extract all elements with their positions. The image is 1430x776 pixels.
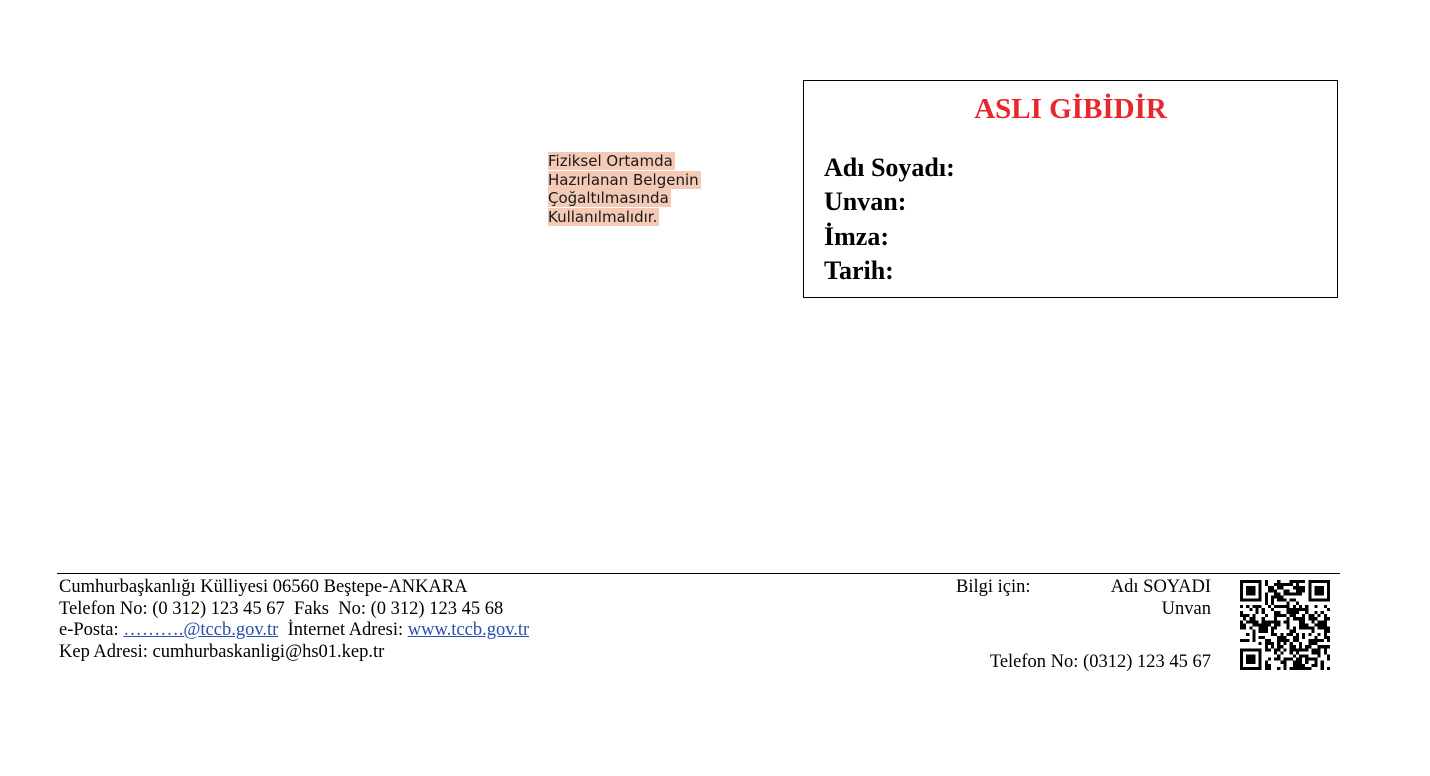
stamp-title: ASLI GİBİDİR (974, 93, 1167, 125)
footer-kep: Kep Adresi: cumhurbaskanligi@hs01.kep.tr (59, 641, 385, 662)
contact-label: Bilgi için: (956, 577, 1031, 597)
stamp-field-signature: İmza: (824, 222, 889, 251)
footer-divider (57, 573, 1340, 574)
contact-phone: Telefon No: (0312) 123 45 67 (989, 652, 1211, 672)
note-line-2: Hazırlanan Belgenin (548, 170, 701, 189)
web-link[interactable]: www.tccb.gov.tr (408, 620, 529, 640)
contact-title: Unvan (1161, 599, 1211, 619)
contact-name: Adı SOYADI (1110, 577, 1211, 597)
stamp-field-title: Unvan: (824, 187, 907, 216)
footer-email-web-line: e-Posta: ……….@tccb.gov.tr İnternet Adres… (59, 620, 529, 642)
web-label: İnternet Adresi: (278, 620, 408, 640)
email-label: e-Posta: (59, 620, 124, 640)
footer-address-block: Cumhurbaşkanlığı Külliyesi 06560 Beştepe… (59, 577, 529, 663)
note-line-1: Fiziksel Ortamda (548, 152, 675, 170)
email-link[interactable]: ……….@tccb.gov.tr (123, 620, 278, 640)
note-line-4: Kullanılmalıdır. (548, 207, 660, 226)
footer-address: Cumhurbaşkanlığı Külliyesi 06560 Beştepe… (59, 577, 468, 597)
copy-usage-note: Fiziksel Ortamda Hazırlanan Belgenin Çoğ… (548, 152, 748, 226)
footer-phone-fax: Telefon No: (0 312) 123 45 67 Faks No: (… (59, 598, 504, 619)
note-line-3: Çoğaltılmasında (548, 189, 671, 207)
stamp-field-name: Adı Soyadı: (824, 153, 955, 182)
certification-stamp-box: ASLI GİBİDİR Adı Soyadı: Unvan: İmza: Ta… (803, 80, 1338, 298)
stamp-field-date: Tarih: (824, 256, 894, 285)
qr-code-icon (1240, 580, 1330, 670)
